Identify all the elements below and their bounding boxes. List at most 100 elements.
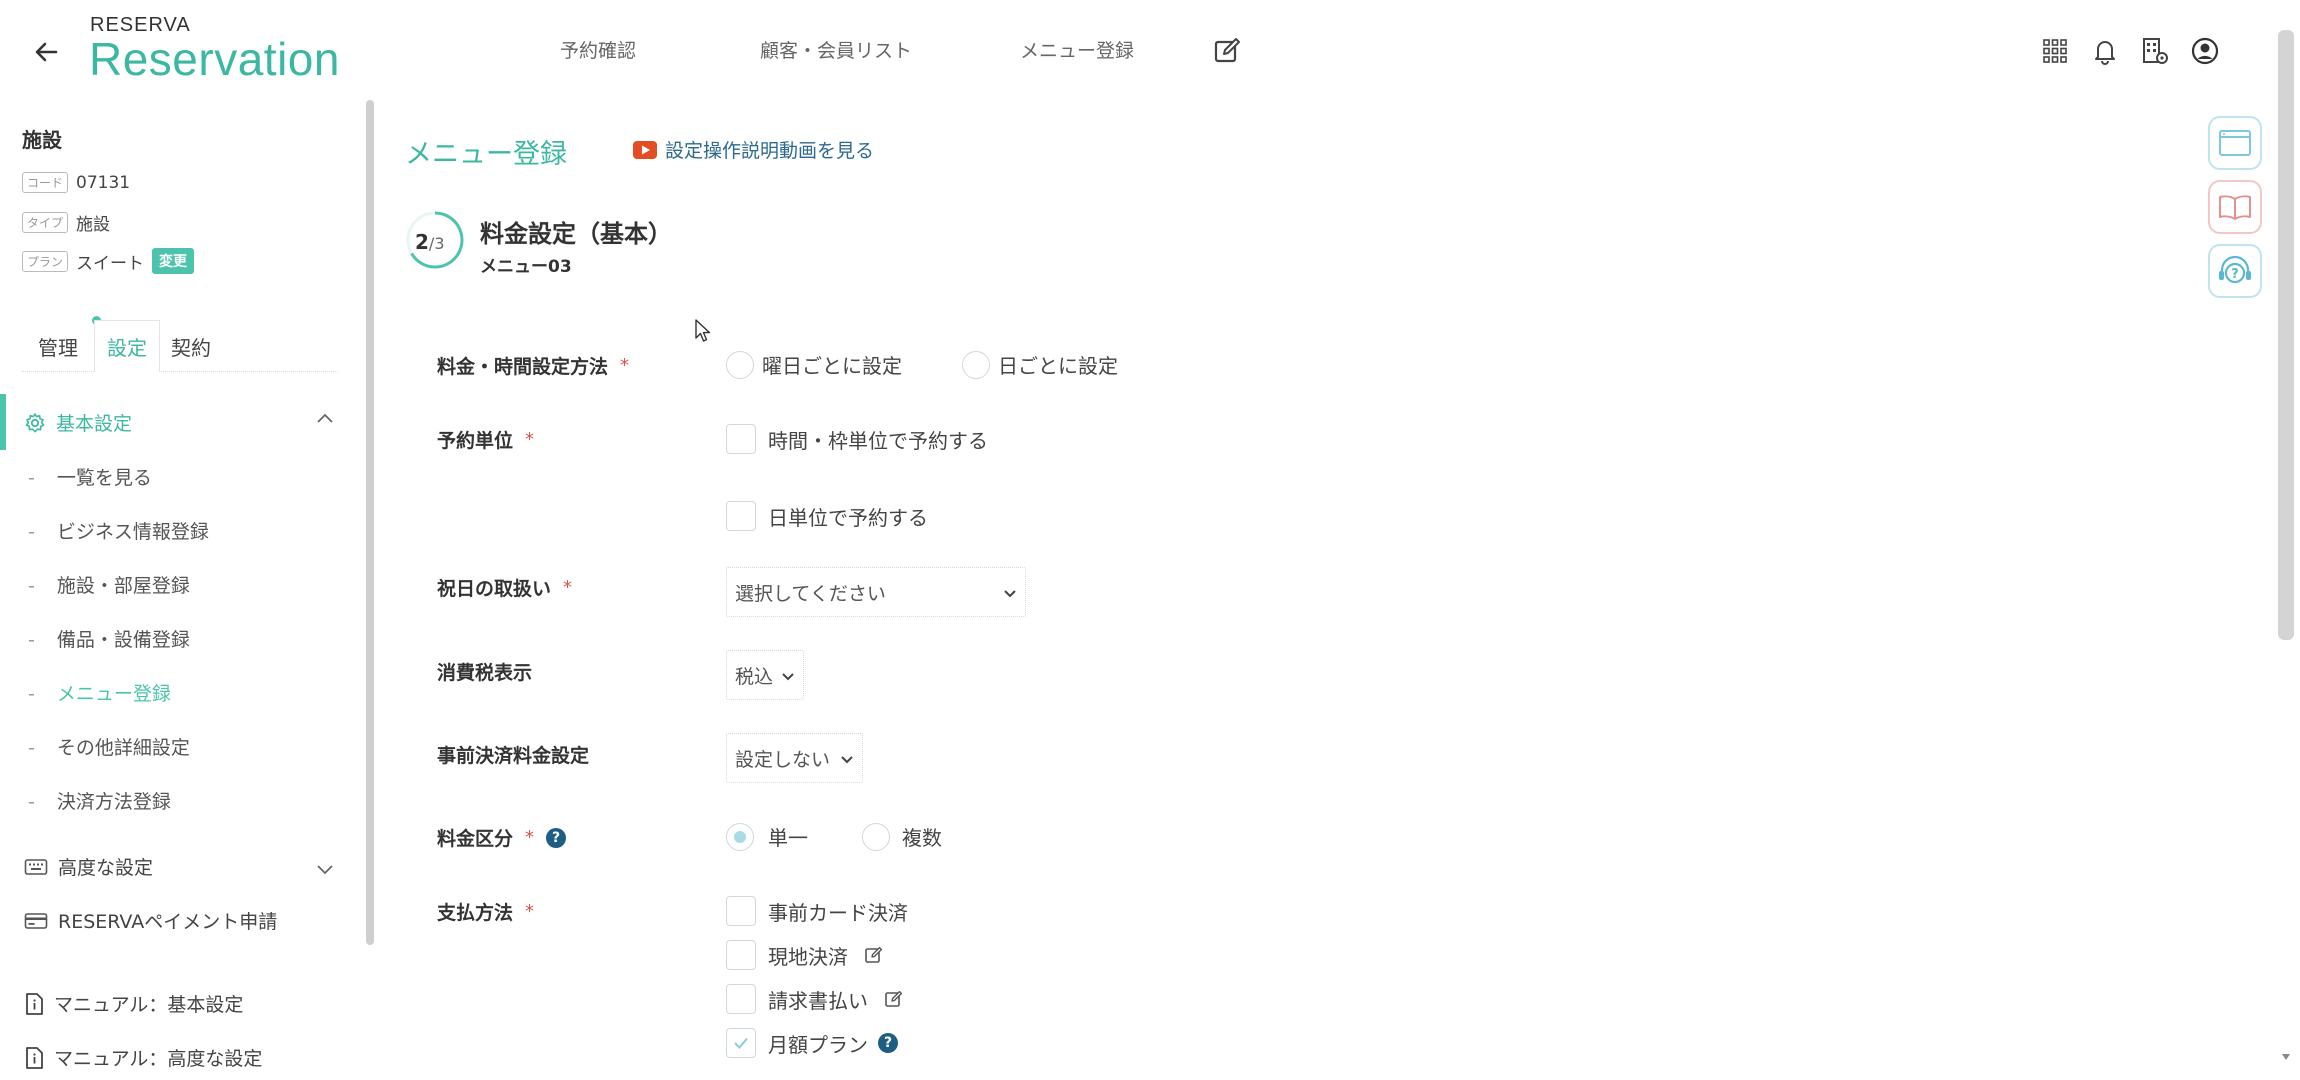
- chevron-down-icon: [841, 756, 853, 764]
- sidebar-scrollbar[interactable]: [366, 100, 374, 945]
- radio-button[interactable]: [962, 350, 990, 379]
- tab-settings[interactable]: 設定: [94, 320, 160, 372]
- svg-text:?: ?: [2231, 267, 2239, 282]
- help-icon[interactable]: ?: [546, 827, 567, 848]
- submenu-item[interactable]: - 備品・設備登録: [28, 625, 190, 652]
- payment-onsite-checkbox[interactable]: 現地決済: [726, 940, 884, 970]
- page-scrollbar[interactable]: [2278, 30, 2294, 640]
- radio-button-selected[interactable]: [726, 822, 754, 851]
- tab-contract[interactable]: 契約: [160, 320, 222, 372]
- booking-unit-time-checkbox[interactable]: 時間・枠単位で予約する: [726, 424, 988, 454]
- checkbox[interactable]: [726, 940, 756, 970]
- step-counter: 2/3: [415, 230, 445, 254]
- type-value: 施設: [76, 215, 111, 235]
- code-tag: コード: [22, 172, 69, 193]
- prepay-label: 事前決済料金設定: [437, 745, 590, 767]
- manual-basic-link[interactable]: マニュアル：基本設定: [24, 990, 243, 1017]
- radio-button[interactable]: [726, 350, 754, 379]
- scroll-down-arrow-icon[interactable]: [2280, 1046, 2292, 1068]
- help-icon[interactable]: ?: [878, 1033, 898, 1053]
- checkbox[interactable]: [726, 896, 756, 926]
- menu-payment-apply-label: RESERVAペイメント申請: [58, 911, 278, 933]
- edit-icon[interactable]: [864, 945, 884, 965]
- keyboard-icon: [24, 858, 48, 875]
- back-arrow-icon[interactable]: [30, 36, 62, 68]
- payment-label: 支払方法 *: [437, 901, 535, 924]
- facility-type-row: タイプ 施設: [22, 210, 110, 235]
- plan-tag: プラン: [22, 250, 69, 272]
- video-play-icon: [633, 140, 657, 159]
- tax-select[interactable]: 税込: [726, 650, 804, 700]
- price-type-single-radio[interactable]: 単一: [726, 822, 808, 851]
- active-menu-indicator: [0, 394, 6, 450]
- edit-icon[interactable]: [884, 989, 904, 1009]
- price-method-weekday-radio[interactable]: 曜日ごとに設定: [726, 350, 902, 379]
- submenu-item[interactable]: - その他詳細設定: [28, 733, 190, 760]
- page-title: メニュー登録: [405, 139, 567, 170]
- top-header: RESERVA Reservation 予約確認 顧客・会員リスト メニュー登録: [0, 0, 2300, 100]
- submenu-item[interactable]: - 施設・部屋登録: [28, 571, 190, 598]
- nav-reservations[interactable]: 予約確認: [560, 36, 636, 63]
- plan-change-button[interactable]: 変更: [152, 248, 195, 274]
- check-icon: [734, 1037, 748, 1049]
- headset-help-icon: ?: [2219, 255, 2251, 284]
- menu-advanced-settings-label: 高度な設定: [58, 857, 154, 879]
- menu-payment-apply[interactable]: RESERVAペイメント申請: [24, 907, 277, 934]
- chevron-down-icon[interactable]: [314, 858, 336, 880]
- code-value: 07131: [76, 172, 131, 193]
- submenu-item[interactable]: - 一覧を見る: [28, 463, 152, 490]
- document-info-icon: [26, 992, 43, 1015]
- menu-basic-settings[interactable]: 基本設定: [24, 409, 132, 436]
- price-method-label: 料金・時間設定方法 *: [437, 355, 630, 378]
- price-type-label: 料金区分 * ?: [437, 824, 567, 851]
- checkbox-checked[interactable]: [726, 1028, 756, 1058]
- checkbox[interactable]: [726, 984, 756, 1014]
- price-method-daily-radio[interactable]: 日ごとに設定: [962, 350, 1118, 379]
- prepay-select[interactable]: 設定しない: [726, 733, 863, 783]
- checkbox[interactable]: [726, 424, 756, 454]
- booking-unit-day-checkbox[interactable]: 日単位で予約する: [726, 501, 928, 531]
- sidebar-tabs: 管理 設定 契約: [22, 320, 338, 372]
- menu-advanced-settings[interactable]: 高度な設定: [24, 853, 153, 880]
- video-guide-link[interactable]: 設定操作説明動画を見る: [632, 136, 874, 163]
- booking-unit-label: 予約単位 *: [437, 429, 535, 452]
- account-icon[interactable]: [2190, 36, 2220, 66]
- checkbox[interactable]: [726, 501, 756, 531]
- step-title: 料金設定（基本）: [480, 220, 672, 248]
- document-info-icon: [26, 1046, 43, 1069]
- chevron-up-icon[interactable]: [314, 408, 336, 430]
- payment-card-checkbox[interactable]: 事前カード決済: [726, 896, 908, 926]
- submenu-item-active[interactable]: - メニュー登録: [28, 679, 171, 706]
- nav-customers[interactable]: 顧客・会員リスト: [760, 36, 912, 63]
- video-guide-label: 設定操作説明動画を見る: [665, 140, 875, 162]
- payment-invoice-checkbox[interactable]: 請求書払い: [726, 984, 904, 1014]
- browser-window-icon: [2219, 130, 2251, 156]
- brand-logo[interactable]: Reservation: [89, 32, 340, 86]
- edit-icon[interactable]: [1212, 36, 1242, 66]
- chevron-down-icon: [782, 673, 794, 681]
- price-type-multi-radio[interactable]: 複数: [862, 822, 942, 851]
- menu-basic-settings-label: 基本設定: [56, 413, 133, 435]
- support-help-button[interactable]: ?: [2208, 244, 2262, 298]
- facility-code-row: コード 07131: [22, 172, 130, 193]
- submenu-item[interactable]: - 決済方法登録: [28, 787, 171, 814]
- tab-manage[interactable]: 管理: [22, 320, 94, 372]
- manual-basic-label: マニュアル：基本設定: [54, 994, 244, 1016]
- radio-button[interactable]: [862, 822, 890, 851]
- facility-title: 施設: [22, 128, 62, 152]
- manual-advanced-label: マニュアル：高度な設定: [54, 1048, 263, 1070]
- holiday-select[interactable]: 選択してください: [726, 567, 1026, 617]
- manual-advanced-link[interactable]: マニュアル：高度な設定: [24, 1044, 262, 1071]
- browser-window-button[interactable]: [2208, 116, 2262, 170]
- holiday-label: 祝日の取扱い *: [437, 577, 573, 600]
- nav-menu-register[interactable]: メニュー登録: [1020, 36, 1134, 63]
- building-settings-icon[interactable]: [2140, 36, 2170, 66]
- apps-grid-icon[interactable]: [2040, 36, 2070, 66]
- payment-monthly-checkbox[interactable]: 月額プラン ?: [726, 1028, 898, 1058]
- book-icon: [2219, 195, 2251, 220]
- chevron-down-icon: [1004, 590, 1016, 598]
- manual-book-button[interactable]: [2208, 180, 2262, 234]
- submenu-item[interactable]: - ビジネス情報登録: [28, 517, 209, 544]
- facility-plan-row: プラン スイート 変更: [22, 248, 195, 274]
- bell-icon[interactable]: [2090, 36, 2120, 66]
